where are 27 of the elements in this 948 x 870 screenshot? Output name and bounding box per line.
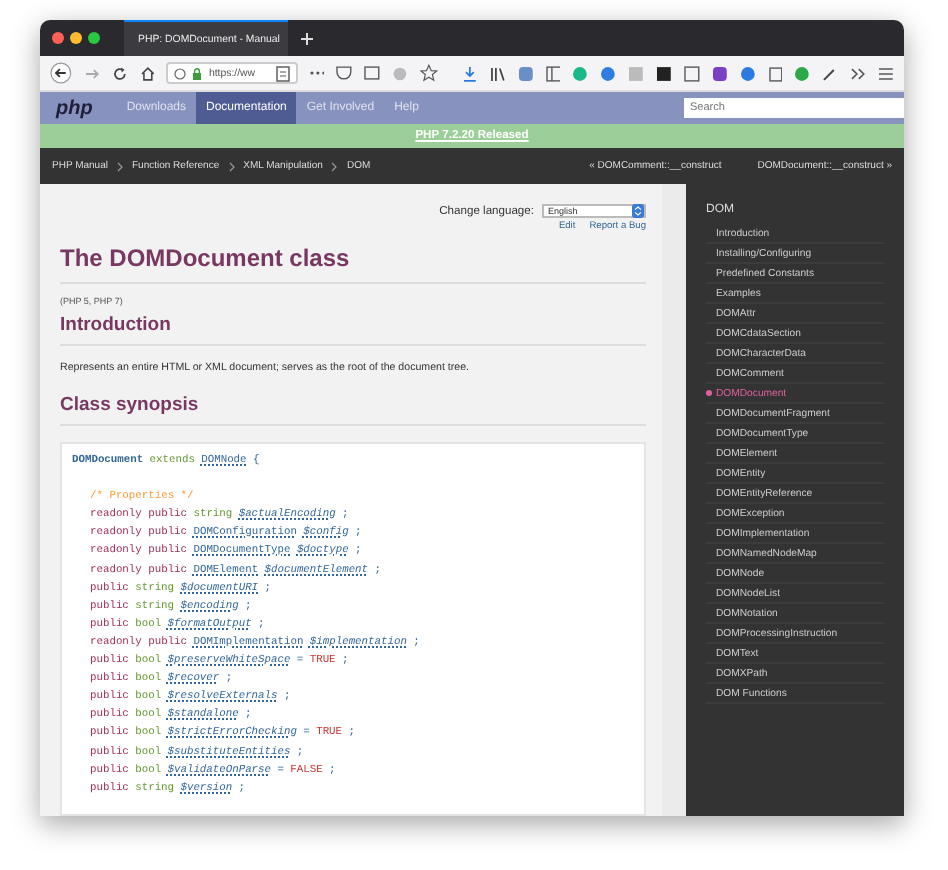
download-icon[interactable]: [461, 65, 478, 81]
home-icon[interactable]: [139, 65, 155, 81]
back-icon[interactable]: [50, 62, 72, 84]
chevron-icon: [227, 161, 236, 171]
section-heading: Class synopsis: [60, 394, 646, 426]
stepper-icon: [632, 204, 644, 218]
menu-icon[interactable]: [878, 65, 894, 81]
new-tab-icon[interactable]: [300, 31, 314, 45]
library-icon[interactable]: [489, 65, 506, 81]
close-window-icon[interactable]: [52, 32, 64, 44]
overflow-chevron-icon[interactable]: [850, 65, 867, 81]
minimize-window-icon[interactable]: [70, 32, 82, 44]
more-icon[interactable]: [309, 70, 325, 76]
reload-icon[interactable]: [111, 65, 128, 81]
page-title: The DOMDocument class: [60, 244, 646, 284]
chevron-icon: [330, 161, 339, 171]
sidebar-icon[interactable]: [545, 65, 561, 81]
section-heading: Introduction: [60, 314, 646, 346]
chevron-icon: [115, 161, 124, 171]
site-logo[interactable]: php: [56, 92, 93, 124]
lock-icon: [192, 67, 203, 79]
bullet-icon: [706, 390, 712, 396]
info-icon[interactable]: [174, 67, 187, 79]
zoom-window-icon[interactable]: [88, 32, 100, 44]
window-icon[interactable]: [364, 66, 381, 80]
reader-view-icon[interactable]: [275, 65, 290, 81]
bookmark-star-icon[interactable]: [420, 64, 438, 82]
